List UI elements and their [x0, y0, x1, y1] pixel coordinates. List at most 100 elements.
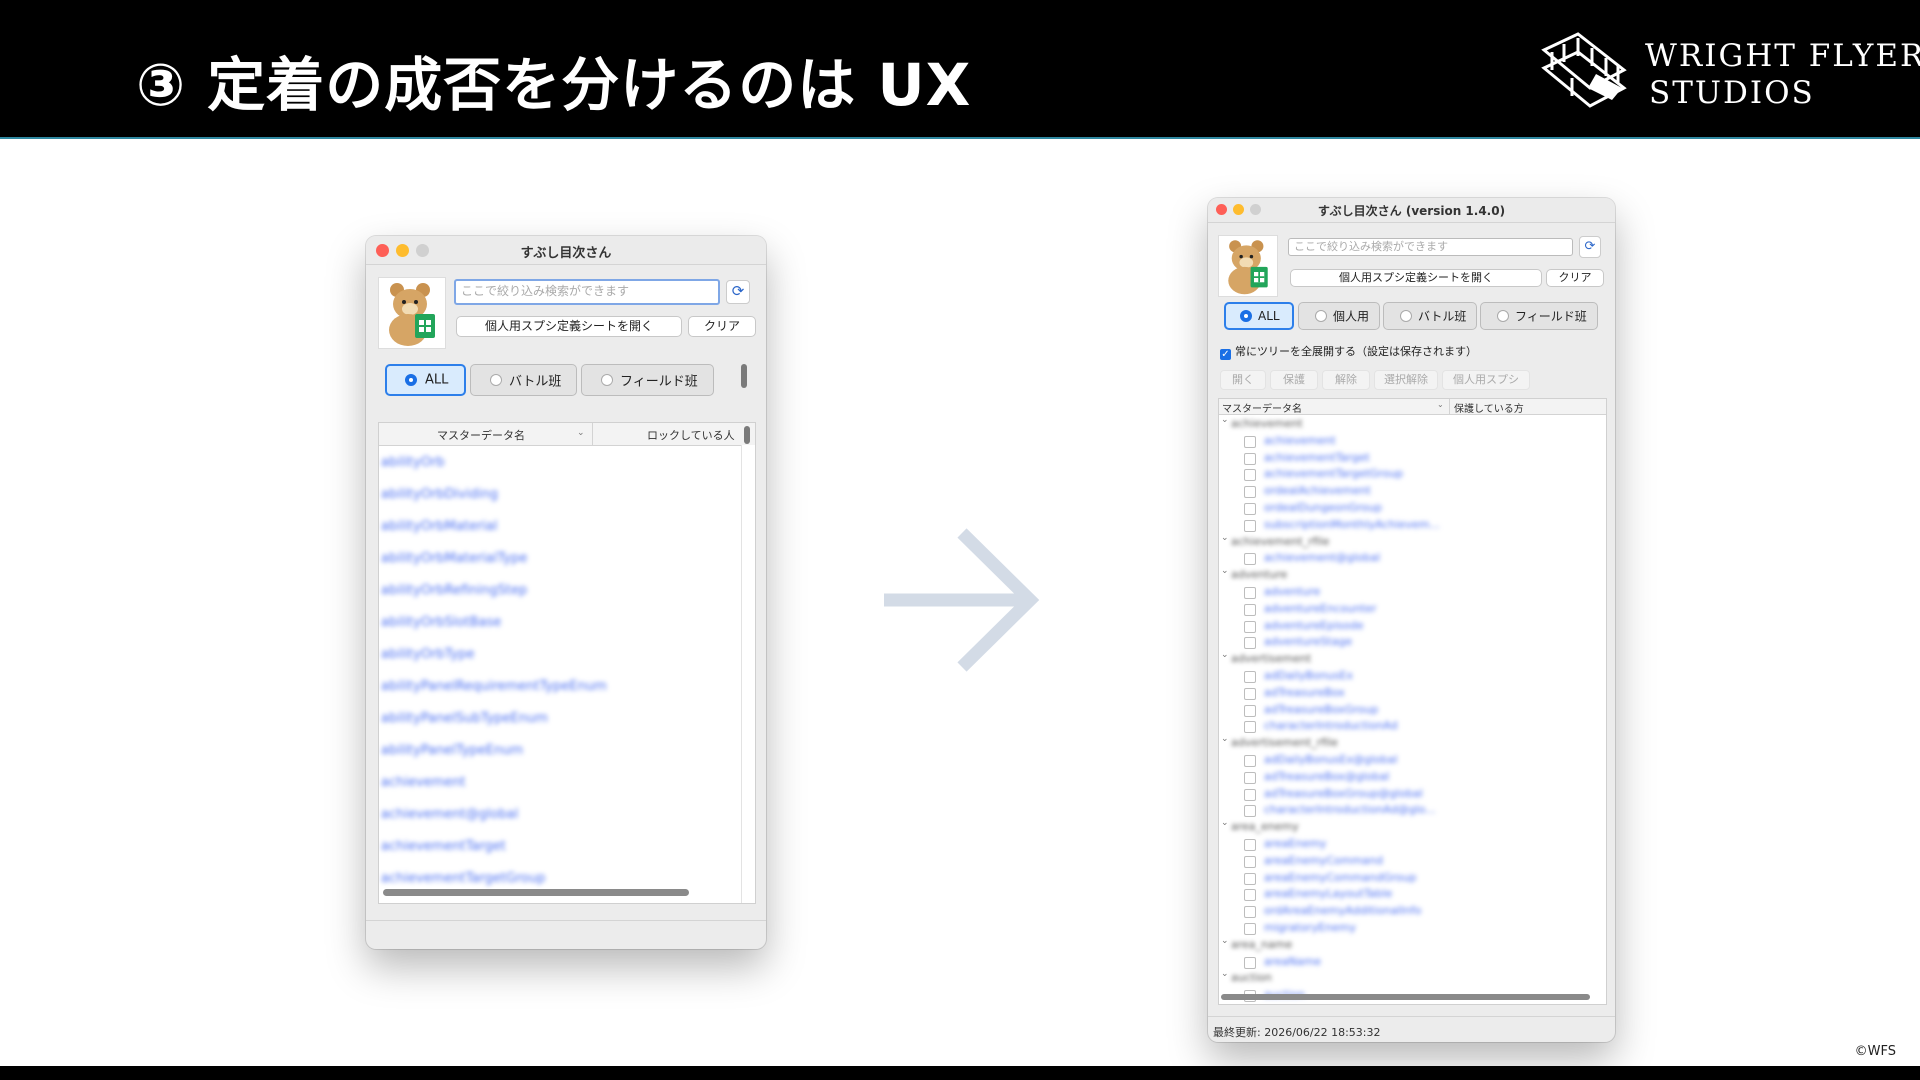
vertical-scroll-thumb[interactable] [744, 426, 750, 444]
filter-scrollbar[interactable] [741, 364, 747, 388]
tree-item[interactable]: areaEnemyCommand [1264, 854, 1383, 867]
open-personal-sheet-button[interactable]: 個人用スプシ定義シートを開く [1290, 269, 1542, 287]
tree-item[interactable]: adventureEpisode [1264, 619, 1364, 632]
tree-item[interactable]: ordAreaEnemyAdditionalInfo [1264, 904, 1421, 917]
horizontal-scroll-thumb[interactable] [383, 889, 689, 896]
table-row[interactable]: abilityOrbType [381, 647, 475, 662]
tree-item[interactable]: characterIntroductionAd [1264, 719, 1398, 732]
search-input[interactable]: ここで絞り込み検索ができます [454, 279, 720, 305]
chevron-down-icon[interactable]: ⌄ [1221, 734, 1229, 744]
tree-item[interactable]: adTreasureBoxGroup@global [1264, 787, 1423, 800]
tree-item[interactable]: subscriptionMonthlyAchievem... [1264, 518, 1440, 531]
column-protected-by[interactable]: 保護している方 [1454, 400, 1524, 415]
tree-item[interactable]: adventureStage [1264, 635, 1352, 648]
table-row[interactable]: achievementTargetGroup [381, 871, 545, 886]
tree-group[interactable]: area_enemy [1231, 820, 1299, 833]
chevron-down-icon[interactable]: ⌄ [1221, 650, 1229, 660]
horizontal-scroll-thumb[interactable] [1221, 994, 1590, 1000]
row-checkbox[interactable] [1244, 805, 1256, 818]
expand-all-checkbox[interactable]: ✓ 常にツリーを全展開する（設定は保存されます） [1220, 343, 1477, 360]
tree-item[interactable]: adventure [1264, 585, 1320, 598]
tree-item[interactable]: adTreasureBox@global [1264, 770, 1389, 783]
tree-item[interactable]: achievementTargetGroup [1264, 467, 1403, 480]
table-row[interactable]: abilityOrbMaterial [381, 519, 498, 534]
tree-item[interactable]: adTreasureBoxGroup [1264, 703, 1378, 716]
clear-button[interactable]: クリア [1546, 269, 1604, 287]
tree-group[interactable]: achievement [1231, 417, 1303, 430]
table-row[interactable]: abilityOrbSlotBase [381, 615, 501, 630]
tree-item[interactable]: adDailyBonusEx@global [1264, 753, 1398, 766]
row-checkbox[interactable] [1244, 435, 1256, 448]
chevron-down-icon[interactable]: ⌄ [1221, 936, 1229, 946]
chevron-down-icon[interactable]: ⌄ [1437, 400, 1444, 409]
row-checkbox[interactable] [1244, 671, 1256, 683]
row-checkbox[interactable] [1244, 637, 1256, 650]
table-row[interactable]: abilityOrbMaterialType [381, 551, 527, 566]
row-checkbox[interactable] [1244, 906, 1256, 919]
filter-all[interactable]: ALL [1224, 302, 1294, 330]
chevron-down-icon[interactable]: ⌄ [1221, 533, 1229, 543]
row-checkbox[interactable] [1244, 687, 1256, 700]
filter-field-team[interactable]: フィールド班 [581, 364, 714, 396]
row-checkbox[interactable] [1244, 553, 1256, 566]
table-row[interactable]: abilityOrbDividing [381, 487, 498, 502]
tree-item[interactable]: areaName [1264, 955, 1321, 968]
tree-item[interactable]: achievement [1264, 434, 1336, 447]
tree-group[interactable]: achievement_rfile [1231, 535, 1329, 548]
refresh-icon[interactable]: ⟳ [1579, 236, 1601, 258]
deselect-button[interactable]: 選択解除 [1374, 370, 1438, 390]
table-row[interactable]: abilityOrb [381, 455, 445, 470]
chevron-down-icon[interactable]: ⌄ [1221, 969, 1229, 979]
unprotect-button[interactable]: 解除 [1322, 370, 1370, 390]
tree-item[interactable]: ordealDungeonGroup [1264, 501, 1382, 514]
chevron-down-icon[interactable]: ⌄ [1221, 566, 1229, 576]
tree-group[interactable]: auction [1231, 971, 1272, 984]
tree-group[interactable]: advertisement [1231, 652, 1311, 665]
row-checkbox[interactable] [1244, 771, 1256, 784]
open-personal-sheet-button[interactable]: 個人用スプシ定義シートを開く [456, 316, 682, 337]
row-checkbox[interactable] [1244, 839, 1256, 851]
row-checkbox[interactable] [1244, 956, 1256, 969]
search-input[interactable]: ここで絞り込み検索ができます [1288, 238, 1573, 256]
row-checkbox[interactable] [1244, 587, 1256, 599]
tree-item[interactable]: areaEnemy [1264, 837, 1326, 850]
open-button[interactable]: 開く [1220, 370, 1266, 390]
row-checkbox[interactable] [1244, 620, 1256, 633]
row-checkbox[interactable] [1244, 704, 1256, 717]
filter-all[interactable]: ALL [385, 364, 466, 396]
row-checkbox[interactable] [1244, 452, 1256, 465]
row-checkbox[interactable] [1244, 788, 1256, 801]
table-row[interactable]: abilityPanelSubTypeEnum [381, 711, 548, 726]
tree-group[interactable]: adventure [1231, 568, 1287, 581]
filter-field-team[interactable]: フィールド班 [1480, 302, 1598, 330]
tree-item[interactable]: ordealAchievement [1264, 484, 1371, 497]
column-master-data-name[interactable]: マスターデータ名 [437, 427, 525, 443]
chevron-down-icon[interactable]: ⌄ [1221, 818, 1229, 828]
tree-item[interactable]: areaEnemyLayoutTable [1264, 887, 1392, 900]
tree-item[interactable]: areaEnemyCommandGroup [1264, 871, 1416, 884]
tree-group[interactable]: advertisement_rfile [1231, 736, 1338, 749]
row-checkbox[interactable] [1244, 503, 1256, 515]
tree-item[interactable]: adDailyBonusEx [1264, 669, 1353, 682]
row-checkbox[interactable] [1244, 486, 1256, 499]
tree-group[interactable]: area_name [1231, 938, 1292, 951]
row-checkbox[interactable] [1244, 721, 1256, 734]
refresh-icon[interactable]: ⟳ [726, 280, 750, 304]
column-locked-by[interactable]: ロックしている人 [647, 427, 735, 443]
tree-item[interactable]: adventureEncounter [1264, 602, 1377, 615]
tree-item[interactable]: achievementTarget [1264, 451, 1370, 464]
row-checkbox[interactable] [1244, 469, 1256, 482]
protect-button[interactable]: 保護 [1270, 370, 1318, 390]
tree-item[interactable]: adTreasureBox [1264, 686, 1345, 699]
row-checkbox[interactable] [1244, 872, 1256, 885]
table-row[interactable]: achievement [381, 775, 466, 790]
tree-item[interactable]: characterIntroductionAd@glo... [1264, 803, 1436, 816]
row-checkbox[interactable] [1244, 755, 1256, 767]
table-row[interactable]: abilityPanelTypeEnum [381, 743, 523, 758]
chevron-down-icon[interactable]: ⌄ [577, 428, 585, 438]
column-master-data-name[interactable]: マスターデータ名 [1222, 400, 1302, 415]
tree-item[interactable]: achievement@global [1264, 551, 1380, 564]
table-row[interactable]: abilityOrbRefiningStep [381, 583, 527, 598]
row-checkbox[interactable] [1244, 603, 1256, 616]
filter-battle-team[interactable]: バトル班 [470, 364, 577, 396]
